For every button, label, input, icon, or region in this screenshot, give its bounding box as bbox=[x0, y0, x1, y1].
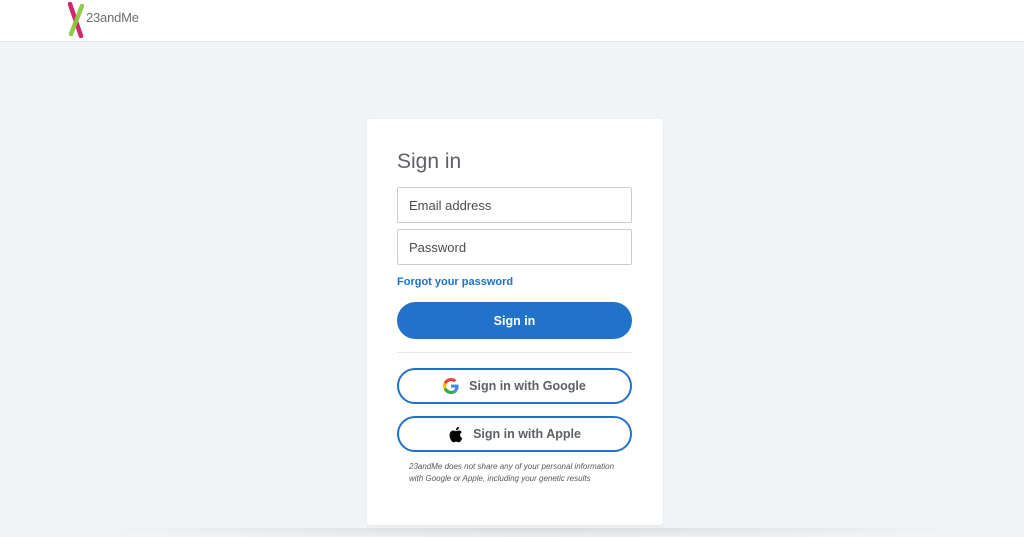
forgot-password-link[interactable]: Forgot your password bbox=[397, 276, 513, 288]
sign-in-with-apple-button[interactable]: Sign in with Apple bbox=[397, 416, 632, 452]
signin-card: Sign in Forgot your password Sign in Sig… bbox=[367, 119, 663, 525]
google-button-label: Sign in with Google bbox=[469, 379, 586, 393]
sign-in-button[interactable]: Sign in bbox=[397, 302, 632, 339]
apple-button-label: Sign in with Apple bbox=[473, 427, 581, 441]
privacy-disclaimer: 23andMe does not share any of your perso… bbox=[409, 462, 615, 483]
brand-logo[interactable]: 23andMe bbox=[66, 2, 139, 38]
23andme-logo-icon bbox=[67, 2, 85, 38]
email-field[interactable] bbox=[397, 187, 632, 223]
page-bottom-shadow bbox=[90, 528, 970, 537]
brand-name: 23andMe bbox=[86, 9, 139, 25]
google-icon bbox=[443, 378, 459, 394]
password-field[interactable] bbox=[397, 229, 632, 265]
apple-icon bbox=[448, 426, 463, 443]
page-title: Sign in bbox=[397, 150, 462, 173]
divider bbox=[397, 352, 632, 353]
top-header: 23andMe bbox=[0, 0, 1024, 42]
sign-in-with-google-button[interactable]: Sign in with Google bbox=[397, 368, 632, 404]
